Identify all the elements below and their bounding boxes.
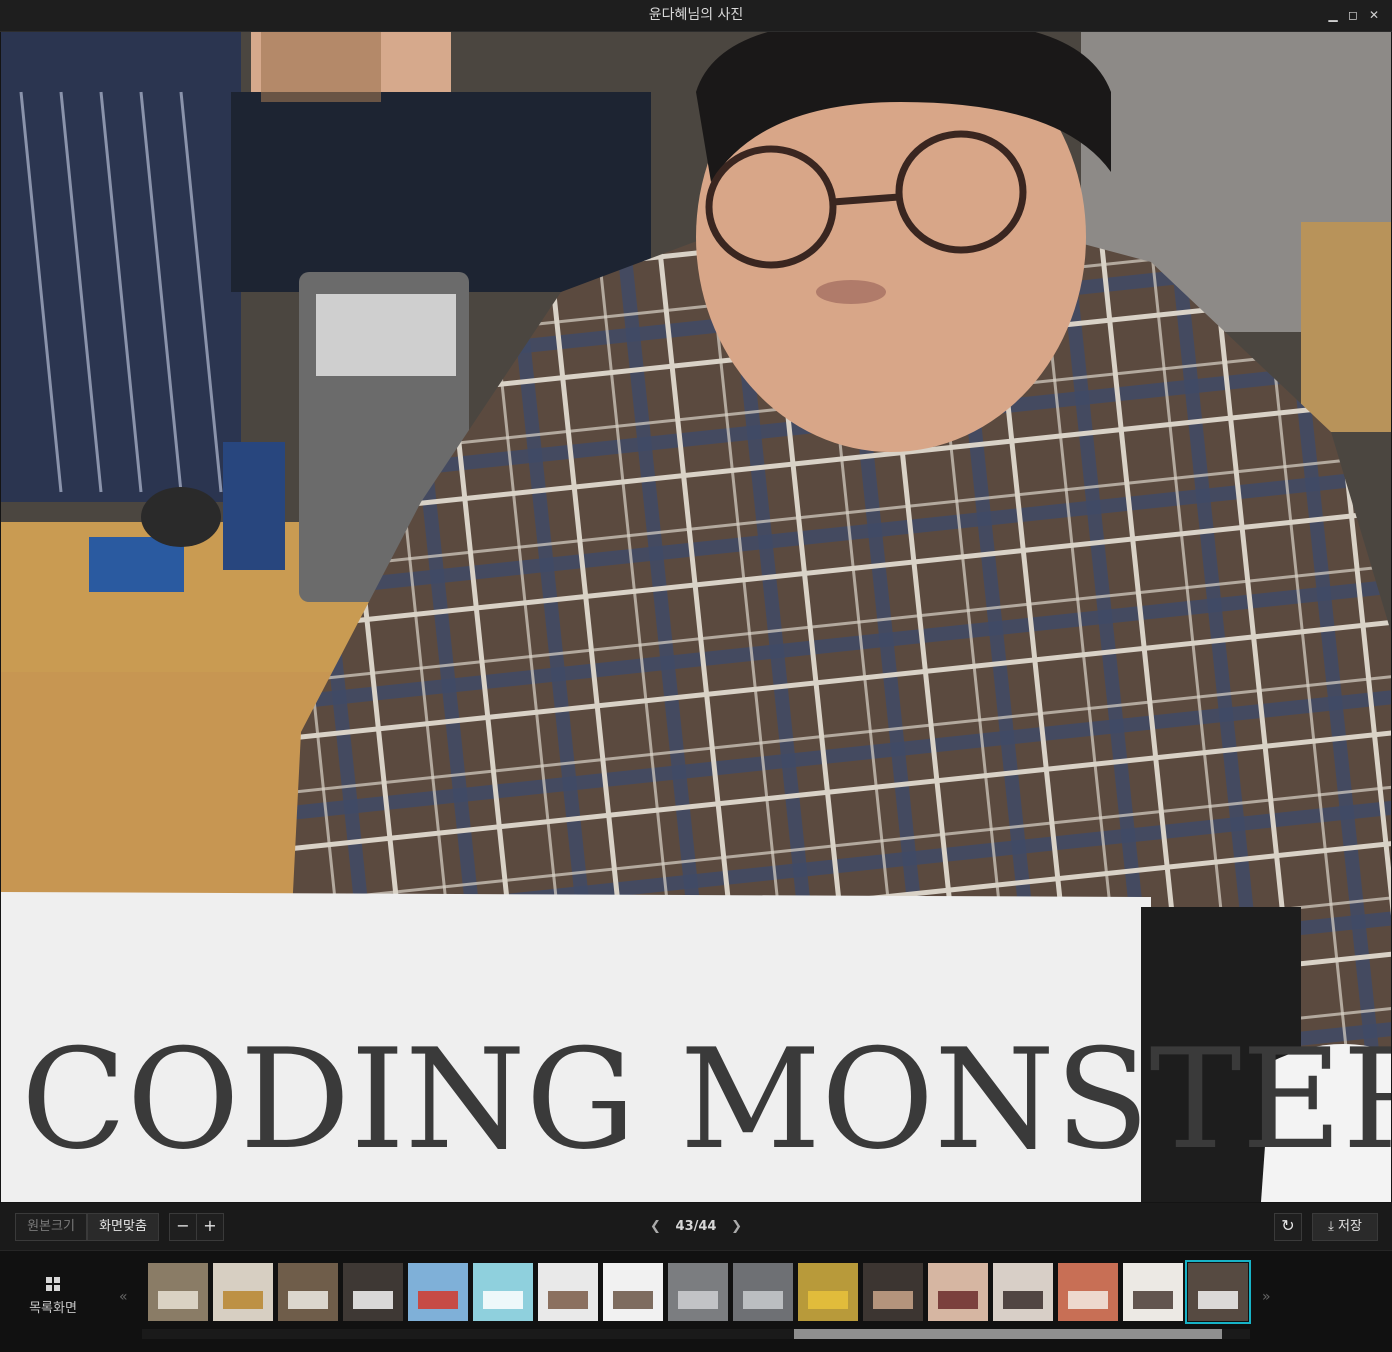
thumbnail-image (223, 1291, 263, 1309)
thumbnail-image (1003, 1291, 1043, 1309)
photo-counter: 43/44 (675, 1218, 717, 1234)
filmstrip-prev-icon[interactable]: « (119, 1289, 128, 1305)
close-icon[interactable]: ✕ (1367, 8, 1381, 22)
save-button[interactable]: ⤓ 저장 (1312, 1213, 1378, 1241)
thumbnail[interactable] (538, 1263, 598, 1321)
title-bar: 윤다혜님의 사진 ▁ ◻ ✕ (0, 0, 1392, 32)
thumbnail[interactable] (603, 1263, 663, 1321)
thumbnail[interactable] (1123, 1263, 1183, 1321)
zoom-in-button[interactable]: + (196, 1213, 224, 1241)
thumbnail[interactable] (343, 1263, 403, 1321)
thumbnail-image (808, 1291, 848, 1309)
next-photo-icon[interactable]: ❯ (731, 1219, 742, 1234)
thumbnail[interactable] (798, 1263, 858, 1321)
thumbnail[interactable] (668, 1263, 728, 1321)
thumbnail-image (678, 1291, 718, 1309)
thumbnail[interactable] (1185, 1260, 1251, 1324)
thumbnail-image (548, 1291, 588, 1309)
thumbnail-image (1133, 1291, 1173, 1309)
thumbnail-image (743, 1291, 783, 1309)
filmstrip-scroll-thumb[interactable] (794, 1329, 1222, 1339)
thumbnail-image (873, 1291, 913, 1309)
window-title: 윤다혜님의 사진 (648, 7, 744, 23)
thumbnail-image (1198, 1291, 1238, 1309)
prev-photo-icon[interactable]: ❮ (650, 1219, 661, 1234)
filmstrip-scrollbar[interactable] (142, 1329, 1250, 1339)
thumbnail[interactable] (213, 1263, 273, 1321)
download-icon: ⤓ (1328, 1219, 1334, 1234)
pager: ❮ 43/44 ❯ (650, 1213, 742, 1239)
list-view-button[interactable]: 목록화면 (14, 1277, 92, 1316)
minimize-icon[interactable]: ▁ (1326, 8, 1340, 22)
thumbnail[interactable] (148, 1263, 208, 1321)
original-size-button[interactable]: 원본크기 (15, 1213, 87, 1241)
thumbnail[interactable] (928, 1263, 988, 1321)
thumbnail-image (288, 1291, 328, 1309)
thumbnail[interactable] (733, 1263, 793, 1321)
thumbnail[interactable] (993, 1263, 1053, 1321)
thumbnail-image (483, 1291, 523, 1309)
photo-image: CODING MONSTER (1, 32, 1391, 1202)
save-label: 저장 (1337, 1219, 1362, 1234)
filmstrip-next-icon[interactable]: » (1262, 1289, 1271, 1305)
thumbnail[interactable] (863, 1263, 923, 1321)
thumbnail[interactable] (278, 1263, 338, 1321)
viewer-toolbar: 원본크기 화면맞춤 − + ❮ 43/44 ❯ ↻ ⤓ 저장 (0, 1203, 1392, 1250)
photo-view: CODING MONSTER (1, 32, 1391, 1202)
thumbnail-image (418, 1291, 458, 1309)
thumbnail[interactable] (408, 1263, 468, 1321)
thumbnail-image (158, 1291, 198, 1309)
grid-icon (46, 1277, 60, 1291)
list-view-label: 목록화면 (29, 1301, 77, 1316)
thumbnail[interactable] (473, 1263, 533, 1321)
thumbnail-image (353, 1291, 393, 1309)
rotate-icon: ↻ (1281, 1216, 1295, 1235)
thumbnail-image (938, 1291, 978, 1309)
sign-text: CODING MONSTER (21, 1019, 1391, 1180)
zoom-out-button[interactable]: − (169, 1213, 197, 1241)
rotate-button[interactable]: ↻ (1274, 1213, 1302, 1241)
thumbnail-image (613, 1291, 653, 1309)
fit-screen-button[interactable]: 화면맞춤 (87, 1213, 159, 1241)
filmstrip: 목록화면 « » (0, 1250, 1392, 1352)
thumbnail-image (1068, 1291, 1108, 1309)
thumbnail[interactable] (1058, 1263, 1118, 1321)
maximize-icon[interactable]: ◻ (1346, 8, 1360, 22)
